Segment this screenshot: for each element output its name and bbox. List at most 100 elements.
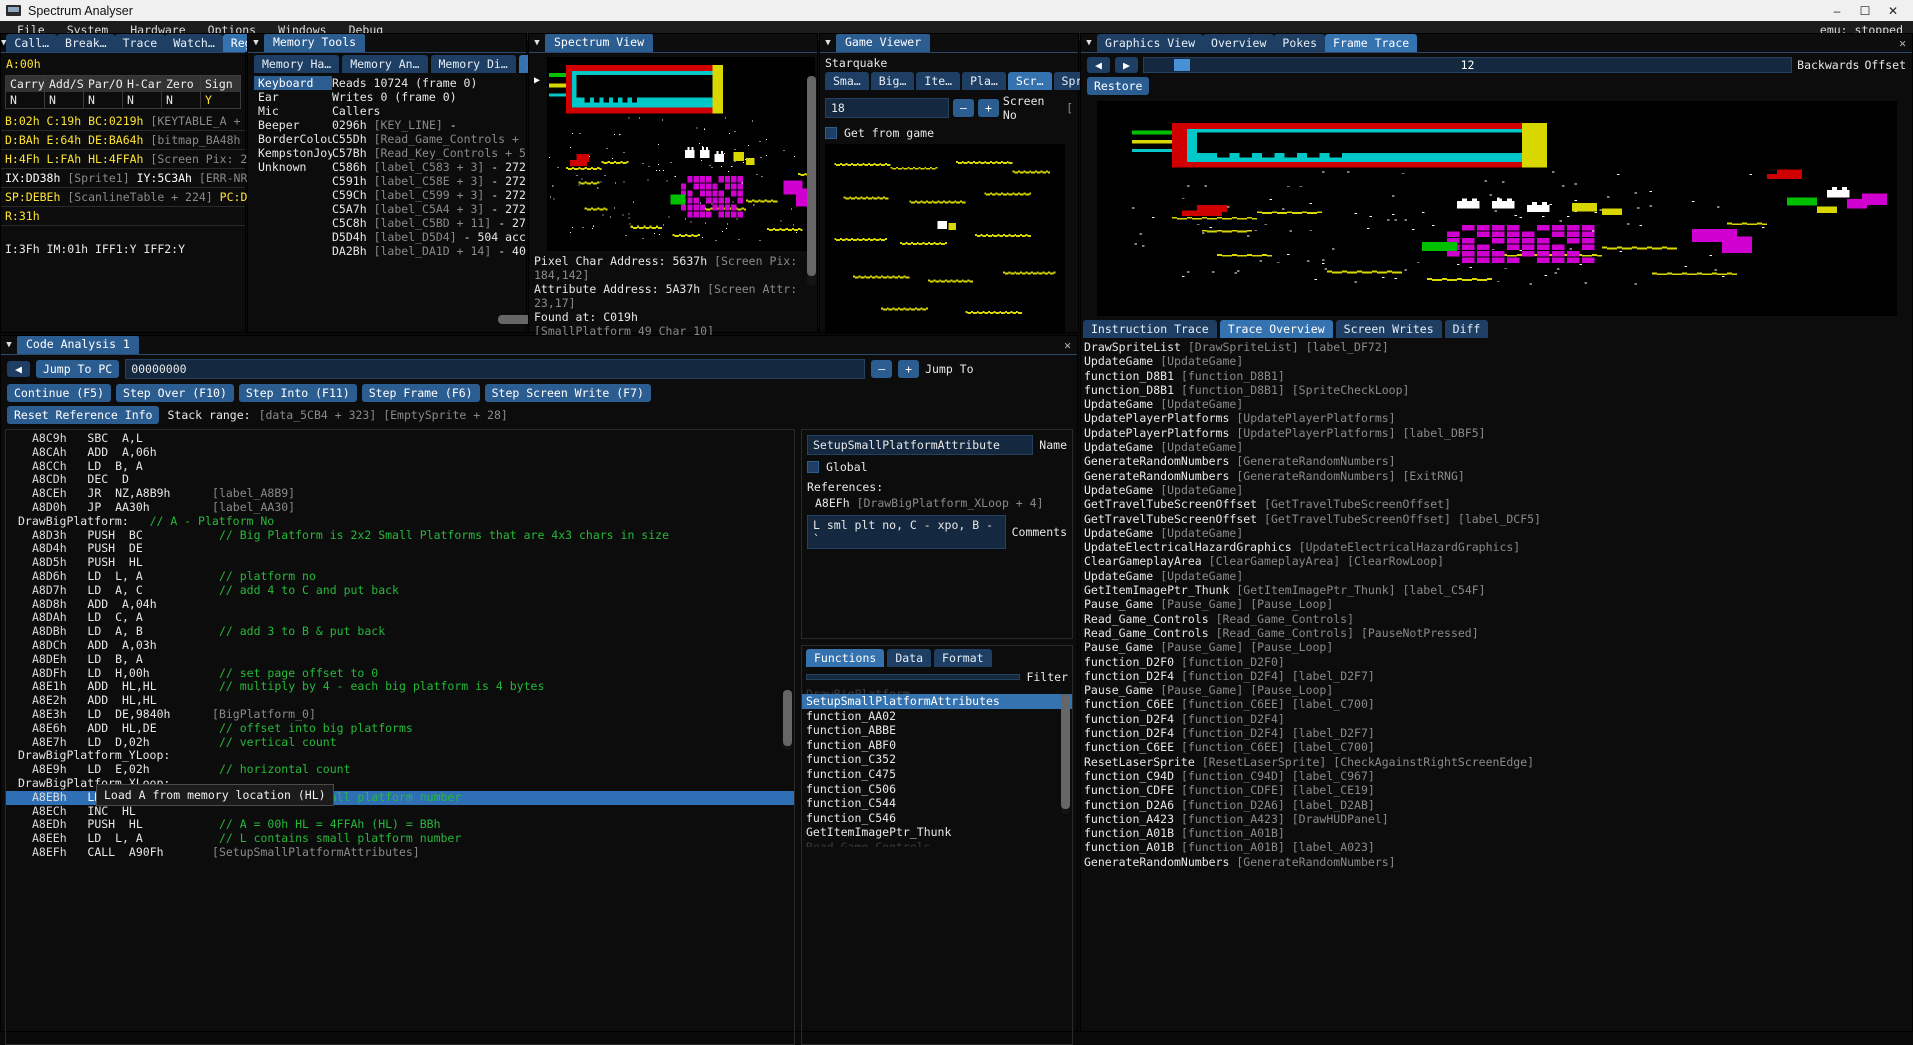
step-screen-write-button[interactable]: Step Screen Write (F7)	[484, 384, 651, 402]
trace-list-item[interactable]: GetTravelTubeScreenOffset [GetTravelTube…	[1081, 512, 1912, 526]
trace-list-item[interactable]: function_D2F4 [function_D2F4] [label_D2F…	[1081, 669, 1912, 683]
frame-slider[interactable]: 12	[1142, 57, 1793, 73]
function-list-item[interactable]: function_ABF0	[802, 738, 1072, 753]
increment-screen-button[interactable]: +	[977, 99, 999, 117]
memory-tools-title[interactable]: Memory Tools	[264, 34, 366, 52]
io-row[interactable]: BorderColourC55Dh [Read_Game_Controls + …	[254, 132, 526, 146]
close-button[interactable]: ✕	[1879, 4, 1907, 18]
code-instruction-line[interactable]: A8EFh CALL A90Fh [SetupSmallPlatformAttr…	[6, 845, 794, 860]
code-instruction-line[interactable]: A8CEh JR NZ,A8B9h [label_A8B9]	[6, 486, 794, 501]
function-list-item[interactable]: GetItemImagePtr_Thunk	[802, 825, 1072, 840]
tab-frame-trace[interactable]: Frame Trace	[1325, 34, 1418, 52]
trace-list-item[interactable]: UpdateGame [UpdateGame]	[1081, 354, 1912, 368]
trace-list-item[interactable]: UpdateGame [UpdateGame]	[1081, 397, 1912, 411]
code-instruction-line[interactable]: A8DFh LD H,00h // set page offset to 0	[6, 666, 794, 681]
tab-screen-writes[interactable]: Screen Writes	[1335, 320, 1442, 338]
next-frame-button[interactable]: ▶	[1114, 57, 1138, 73]
trace-list-item[interactable]: Pause_Game [Pause_Game] [Pause_Loop]	[1081, 640, 1912, 654]
code-instruction-line[interactable]: A8E7h LD D,02h // vertical count	[6, 735, 794, 750]
tab-data[interactable]: Data	[887, 649, 932, 667]
io-row[interactable]: C5A7h [label_C5A4 + 3] - 272 acc	[254, 202, 526, 216]
tab-breakpoints[interactable]: Break…	[57, 34, 115, 52]
tab-screens[interactable]: Scr…	[1007, 72, 1052, 90]
code-instruction-line[interactable]: A8DAh LD C, A	[6, 610, 794, 625]
decrement-address-button[interactable]: –	[871, 360, 893, 378]
trace-list-item[interactable]: UpdateGame [UpdateGame]	[1081, 440, 1912, 454]
code-instruction-line[interactable]: A8DCh ADD A,03h	[6, 638, 794, 653]
code-label-line[interactable]: DrawBigPlatform_YLoop:	[6, 748, 794, 763]
io-row[interactable]: C59Ch [label_C599 + 3] - 272 acc	[254, 188, 526, 202]
trace-list-item[interactable]: Pause_Game [Pause_Game] [Pause_Loop]	[1081, 597, 1912, 611]
step-over-button[interactable]: Step Over (F10)	[116, 384, 234, 402]
trace-list-item[interactable]: GenerateRandomNumbers [GenerateRandomNum…	[1081, 855, 1912, 869]
filter-input[interactable]	[806, 674, 1021, 680]
minimize-button[interactable]: –	[1823, 4, 1851, 18]
trace-list-item[interactable]: UpdateGame [UpdateGame]	[1081, 569, 1912, 583]
code-instruction-line[interactable]: A8EDh PUSH HL // A = 00h HL = 4FFAh (HL)…	[6, 817, 794, 832]
trace-list-item[interactable]: function_D8B1 [function_D8B1] [SpriteChe…	[1081, 383, 1912, 397]
address-input[interactable]: 00000000	[125, 359, 866, 379]
game-viewer-canvas[interactable]	[825, 144, 1065, 334]
code-listing-wrap[interactable]: A8C9h SBC A,L A8CAh ADD A,06h A8CCh LD B…	[5, 429, 795, 1045]
function-list-item[interactable]: function_ABBE	[802, 723, 1072, 738]
trace-list-item[interactable]: function_D2A6 [function_D2A6] [label_D2A…	[1081, 798, 1912, 812]
tab-diff[interactable]: Diff	[1444, 320, 1489, 338]
tab-memory-analysis[interactable]: Memory An…	[342, 55, 428, 73]
tab-big-platforms[interactable]: Big…	[870, 72, 915, 90]
io-row[interactable]: KempstonJoy:C57Bh [Read_Key_Controls + 5…	[254, 146, 526, 160]
comment-input[interactable]: L sml plt no, C - xpo, B - `	[807, 515, 1006, 549]
trace-list-item[interactable]: GetTravelTubeScreenOffset [GetTravelTube…	[1081, 497, 1912, 511]
code-instruction-line[interactable]: A8D0h JP AA30h [label_AA30]	[6, 500, 794, 515]
trace-list-item[interactable]: GenerateRandomNumbers [GenerateRandomNum…	[1081, 454, 1912, 468]
decrement-screen-button[interactable]: –	[953, 99, 974, 117]
tab-platforms[interactable]: Pla…	[962, 72, 1006, 90]
io-row[interactable]: C5C8h [label_C5BD + 11] - 272 ac	[254, 216, 526, 230]
trace-list[interactable]: DrawSpriteList [DrawSpriteList] [label_D…	[1081, 338, 1912, 923]
code-instruction-line[interactable]: A8D5h PUSH HL	[6, 555, 794, 570]
trace-list-item[interactable]: function_A01B [function_A01B]	[1081, 826, 1912, 840]
trace-list-item[interactable]: function_C94D [function_C94D] [label_C96…	[1081, 769, 1912, 783]
tab-graphics-view[interactable]: Graphics View	[1097, 34, 1204, 52]
code-listing-vscrollbar[interactable]	[783, 690, 792, 750]
io-row[interactable]: C591h [label_C58E + 3] - 272 acc	[254, 174, 526, 188]
code-instruction-line[interactable]: A8E9h LD E,02h // horizontal count	[6, 762, 794, 777]
spectrum-view-title[interactable]: Spectrum View	[545, 34, 654, 52]
trace-list-item[interactable]: function_C6EE [function_C6EE] [label_C70…	[1081, 740, 1912, 754]
trace-list-item[interactable]: function_D2F0 [function_D2F0]	[1081, 655, 1912, 669]
game-viewer-menu-caret-icon[interactable]: ▼	[820, 38, 836, 48]
function-list-item[interactable]: function_C546	[802, 811, 1072, 826]
continue-button[interactable]: Continue (F5)	[7, 384, 112, 402]
restore-button[interactable]: Restore	[1087, 77, 1150, 95]
tab-trace-overview[interactable]: Trace Overview	[1219, 320, 1333, 338]
io-row[interactable]: Unknown C586h [label_C583 + 3] - 272 acc	[254, 160, 526, 174]
trace-list-item[interactable]: UpdatePlayerPlatforms [UpdatePlayerPlatf…	[1081, 426, 1912, 440]
code-instruction-line[interactable]: A8C9h SBC A,L	[6, 431, 794, 446]
code-instruction-line[interactable]: A8EEh LD L, A // L contains small platfo…	[6, 831, 794, 846]
get-from-game-checkbox[interactable]	[825, 127, 837, 139]
tab-format[interactable]: Format	[934, 649, 992, 667]
tab-pokes[interactable]: Pokes	[1274, 34, 1326, 52]
function-list-item[interactable]: function_C475	[802, 767, 1072, 782]
tab-memory-hash[interactable]: Memory Ha…	[254, 55, 340, 73]
trace-list-item[interactable]: UpdateElectricalHazardGraphics [UpdateEl…	[1081, 540, 1912, 554]
spectrum-view-vscrollbar[interactable]	[807, 76, 816, 286]
trace-list-item[interactable]: function_D2F4 [function_D2F4]	[1081, 712, 1912, 726]
trace-list-item[interactable]: function_D8B1 [function_D8B1]	[1081, 369, 1912, 383]
code-instruction-line[interactable]: A8DEh LD B, A	[6, 652, 794, 667]
step-frame-button[interactable]: Step Frame (F6)	[361, 384, 480, 402]
maximize-button[interactable]: ☐	[1851, 4, 1879, 18]
functions-vscrollbar[interactable]	[1061, 694, 1070, 814]
trace-list-item[interactable]: function_A01B [function_A01B] [label_A02…	[1081, 840, 1912, 854]
code-analysis-title[interactable]: Code Analysis 1	[17, 336, 139, 354]
code-instruction-line[interactable]: A8CDh DEC D	[6, 472, 794, 487]
trace-list-item[interactable]: UpdatePlayerPlatforms [UpdatePlayerPlatf…	[1081, 411, 1912, 425]
functions-list[interactable]: DrawBigPlatform SetupSmallPlatformAttribu…	[802, 686, 1072, 847]
code-instruction-line[interactable]: A8CCh LD B, A	[6, 459, 794, 474]
code-instruction-line[interactable]: A8E2h ADD HL,HL	[6, 693, 794, 708]
code-analysis-menu-caret-icon[interactable]: ▼	[1, 340, 17, 350]
graphics-view-close-icon[interactable]: ✕	[1899, 36, 1912, 50]
increment-address-button[interactable]: +	[898, 360, 920, 378]
screen-number-input[interactable]: 18	[825, 98, 950, 118]
trace-list-item[interactable]: DrawSpriteList [DrawSpriteList] [label_D…	[1081, 340, 1912, 354]
trace-list-item[interactable]: function_D2F4 [function_D2F4] [label_D2F…	[1081, 726, 1912, 740]
